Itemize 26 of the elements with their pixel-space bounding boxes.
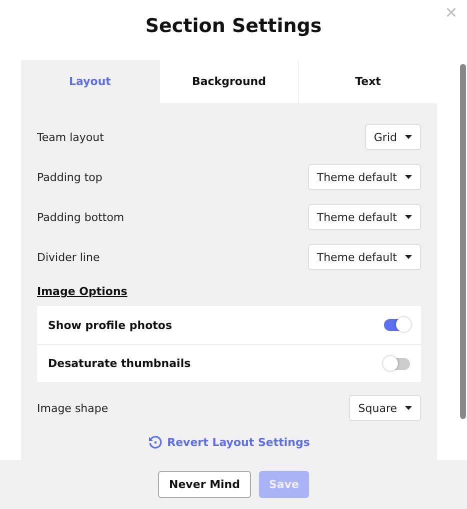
select-dropdown[interactable]: Theme default <box>308 244 421 270</box>
select-dropdown[interactable]: Theme default <box>308 204 421 230</box>
toggle-label: Desaturate thumbnails <box>48 357 191 370</box>
caret-icon <box>405 135 412 139</box>
field-label: Divider line <box>37 250 100 264</box>
caret-icon <box>405 215 412 219</box>
toggle-label: Show profile photos <box>48 318 172 332</box>
select-dropdown[interactable]: Square <box>349 395 421 421</box>
caret-icon <box>405 175 412 179</box>
tab[interactable]: Text <box>299 60 437 103</box>
field-label: Padding bottom <box>37 210 124 224</box>
caret-icon <box>405 406 412 410</box>
toggle-switch[interactable] <box>384 319 410 331</box>
toggle-switch[interactable] <box>384 358 410 370</box>
section-heading: Image Options <box>37 285 128 298</box>
field-label: Image shape <box>37 402 108 414</box>
field-label: Padding top <box>37 170 102 184</box>
revert-link[interactable]: Revert Layout Settings <box>142 434 316 450</box>
cancel-button[interactable]: Never Mind <box>158 471 251 498</box>
tab[interactable]: Background <box>160 60 298 103</box>
field-label: Team layout <box>37 130 104 144</box>
dialog-title: Section Settings <box>145 15 322 37</box>
select-dropdown[interactable]: Grid <box>364 124 421 150</box>
caret-icon <box>405 255 412 259</box>
revert-icon <box>148 435 162 449</box>
select-dropdown[interactable]: Theme default <box>308 164 421 190</box>
